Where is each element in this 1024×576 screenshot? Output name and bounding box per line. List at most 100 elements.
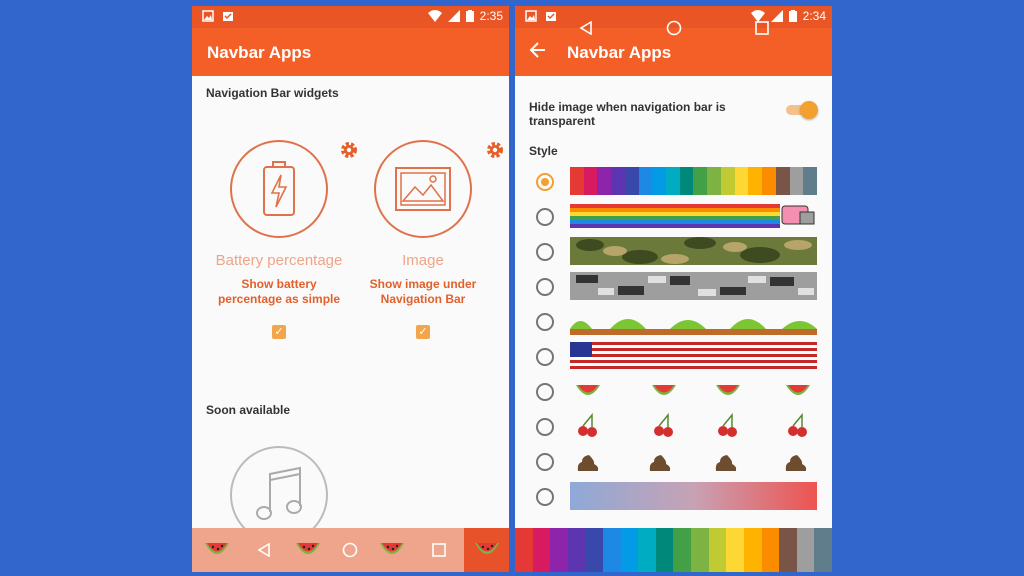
image-widget[interactable]: Image Show image under Navigation Bar ✓ bbox=[353, 140, 503, 339]
palette-swatch bbox=[693, 167, 708, 195]
recents-nav-icon[interactable] bbox=[747, 6, 777, 50]
app-bar: Navbar Apps bbox=[192, 28, 509, 76]
style-rainbow-stripes[interactable] bbox=[570, 167, 817, 195]
image-widget-circle[interactable] bbox=[374, 140, 472, 238]
image-picture-icon bbox=[395, 167, 451, 211]
back-nav-icon[interactable] bbox=[571, 6, 601, 50]
style-watermelon[interactable] bbox=[570, 377, 817, 405]
palette-swatch bbox=[707, 167, 721, 195]
palette-swatch bbox=[762, 167, 776, 195]
status-time: 2:34 bbox=[802, 9, 826, 23]
palette-swatch bbox=[532, 528, 551, 572]
palette-swatch bbox=[779, 528, 797, 572]
palette-swatch bbox=[611, 167, 625, 195]
home-nav-icon[interactable] bbox=[330, 528, 370, 572]
image-notification-icon bbox=[525, 10, 537, 22]
style-cherry[interactable] bbox=[570, 412, 817, 440]
battery-widget-circle[interactable] bbox=[230, 140, 328, 238]
palette-swatch bbox=[638, 167, 653, 195]
palette-swatch bbox=[515, 528, 533, 572]
style-radio-camo-gray[interactable] bbox=[536, 278, 554, 296]
style-us-flag[interactable] bbox=[570, 342, 817, 370]
palette-swatch bbox=[666, 167, 680, 195]
signal-icon bbox=[447, 10, 460, 22]
palette-swatch bbox=[814, 528, 832, 572]
palette-swatch bbox=[761, 528, 780, 572]
palette-swatch bbox=[570, 167, 584, 195]
back-arrow-icon[interactable] bbox=[529, 41, 547, 65]
section-navigation-bar-widgets: Navigation Bar widgets bbox=[206, 86, 339, 100]
image-widget-checkbox[interactable]: ✓ bbox=[416, 325, 430, 339]
style-radio-us-flag[interactable] bbox=[536, 348, 554, 366]
palette-swatch bbox=[597, 167, 612, 195]
watermelon-icon bbox=[286, 528, 330, 572]
palette-swatch bbox=[748, 167, 763, 195]
palette-swatch bbox=[796, 528, 815, 572]
palette-swatch bbox=[726, 528, 744, 572]
app-title: Navbar Apps bbox=[207, 43, 312, 62]
clipboard-notification-icon bbox=[546, 12, 556, 21]
palette-swatch bbox=[743, 528, 762, 572]
palette-swatch bbox=[638, 528, 656, 572]
phone-right: 2:34 Navbar Apps Hide image when navigat… bbox=[515, 6, 832, 572]
palette-swatch bbox=[789, 167, 804, 195]
palette-swatch bbox=[708, 528, 727, 572]
battery-widget[interactable]: Battery percentage Show battery percenta… bbox=[209, 140, 357, 339]
palette-swatch bbox=[652, 167, 667, 195]
navigation-bar bbox=[192, 528, 509, 572]
hide-image-toggle[interactable] bbox=[786, 101, 818, 119]
style-poop[interactable] bbox=[570, 447, 817, 475]
palette-swatch bbox=[624, 167, 639, 195]
style-radio-gradient[interactable] bbox=[536, 488, 554, 506]
battery-widget-description: Show battery percentage as simple bbox=[217, 277, 341, 306]
battery-icon bbox=[465, 10, 474, 22]
palette-swatch bbox=[803, 167, 817, 195]
image-widget-name: Image bbox=[402, 252, 444, 269]
palette-swatch bbox=[673, 528, 692, 572]
palette-swatch bbox=[585, 528, 604, 572]
back-nav-icon[interactable] bbox=[242, 528, 286, 572]
style-radio-watermelon[interactable] bbox=[536, 383, 554, 401]
style-radio-camo-green[interactable] bbox=[536, 243, 554, 261]
section-soon-available: Soon available bbox=[206, 403, 291, 417]
palette-swatch bbox=[583, 167, 598, 195]
palette-swatch bbox=[655, 528, 674, 572]
hide-image-toggle-label: Hide image when navigation bar is transp… bbox=[529, 100, 726, 128]
style-radio-rainbow[interactable] bbox=[536, 173, 554, 191]
watermelon-icon bbox=[464, 528, 509, 572]
battery-widget-name: Battery percentage bbox=[215, 252, 343, 269]
image-settings-gear-icon[interactable] bbox=[485, 140, 505, 160]
image-settings-screen: Hide image when navigation bar is transp… bbox=[515, 76, 832, 572]
style-nyan-cat[interactable] bbox=[570, 202, 817, 230]
phone-left: 2:35 Navbar Apps Navigation Bar widgets … bbox=[192, 6, 509, 572]
status-time: 2:35 bbox=[479, 9, 503, 23]
watermelon-icon bbox=[192, 528, 242, 572]
style-radio-mario[interactable] bbox=[536, 313, 554, 331]
style-radio-poop[interactable] bbox=[536, 453, 554, 471]
image-widget-description: Show image under Navigation Bar bbox=[369, 277, 477, 306]
palette-swatch bbox=[603, 528, 621, 572]
section-style: Style bbox=[529, 144, 558, 158]
music-note-icon bbox=[256, 466, 302, 520]
style-camo-green[interactable] bbox=[570, 237, 817, 265]
palette-swatch bbox=[720, 167, 735, 195]
style-radio-nyan-cat[interactable] bbox=[536, 208, 554, 226]
style-radio-cherry[interactable] bbox=[536, 418, 554, 436]
navigation-bar bbox=[515, 528, 832, 572]
palette-swatch bbox=[691, 528, 709, 572]
palette-swatch bbox=[620, 528, 639, 572]
wifi-icon bbox=[427, 10, 442, 22]
status-bar: 2:35 bbox=[192, 6, 509, 28]
style-camo-gray[interactable] bbox=[570, 272, 817, 300]
style-mario-level[interactable] bbox=[570, 307, 817, 335]
palette-swatch bbox=[567, 528, 586, 572]
watermelon-icon bbox=[370, 528, 414, 572]
home-nav-icon[interactable] bbox=[659, 6, 689, 50]
palette-swatch bbox=[775, 167, 790, 195]
battery-widget-checkbox[interactable]: ✓ bbox=[272, 325, 286, 339]
battery-charging-icon bbox=[263, 161, 295, 216]
style-gradient[interactable] bbox=[570, 482, 817, 510]
palette-swatch bbox=[734, 167, 749, 195]
palette-swatch bbox=[550, 528, 568, 572]
recents-nav-icon[interactable] bbox=[414, 528, 464, 572]
